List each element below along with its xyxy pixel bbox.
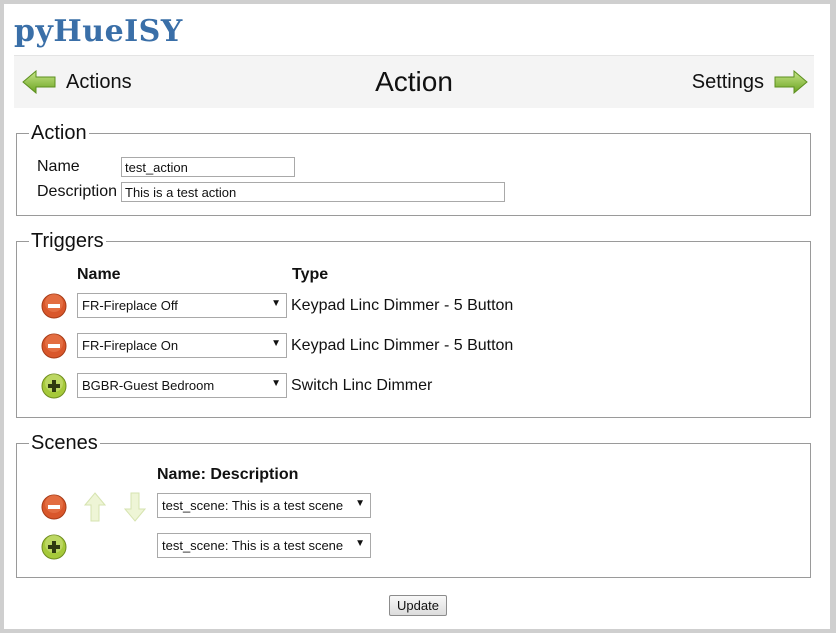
dropdown-arrow-icon: ▼ [355,498,365,509]
remove-trigger-button[interactable] [41,293,67,319]
trigger-type: Keypad Linc Dimmer - 5 Button [291,337,514,354]
add-trigger-button[interactable] [41,373,67,399]
minus-icon [48,344,60,348]
forward-to-settings-link[interactable]: Settings [692,67,808,97]
scenes-legend: Scenes [31,432,98,454]
add-scene-button[interactable] [41,534,67,560]
forward-label: Settings [691,70,764,93]
dropdown-arrow-icon: ▼ [271,338,281,349]
description-input[interactable]: This is a test action [121,182,505,202]
trigger-type: Keypad Linc Dimmer - 5 Button [291,297,514,314]
action-legend: Action [31,122,87,144]
app-logo: pyHueISY [14,14,183,49]
nav-bar: Actions Action Settings [14,55,814,108]
dropdown-arrow-icon: ▼ [271,378,281,389]
minus-icon [48,505,60,509]
update-button[interactable]: Update [389,595,447,616]
minus-icon [48,304,60,308]
trigger-select[interactable]: FR-Fireplace On ▼ [77,333,287,358]
trigger-type: Switch Linc Dimmer [291,377,433,394]
description-label: Description [37,183,118,200]
dropdown-arrow-icon: ▼ [355,538,365,549]
move-down-icon[interactable] [124,492,146,522]
remove-trigger-button[interactable] [41,333,67,359]
remove-scene-button[interactable] [41,494,67,520]
scene-select[interactable]: test_scene: This is a test scene ▼ [157,533,371,558]
dropdown-arrow-icon: ▼ [271,298,281,309]
arrow-right-icon [774,70,808,94]
trigger-type-header: Type [292,266,329,283]
triggers-legend: Triggers [31,230,104,252]
move-up-icon[interactable] [84,492,106,522]
scene-name-header: Name: Description [157,466,299,483]
trigger-name-header: Name [77,266,121,283]
name-label: Name [37,158,80,175]
trigger-select[interactable]: FR-Fireplace Off ▼ [77,293,287,318]
trigger-select[interactable]: BGBR-Guest Bedroom ▼ [77,373,287,398]
name-input[interactable]: test_action [121,157,295,177]
scene-select[interactable]: test_scene: This is a test scene ▼ [157,493,371,518]
